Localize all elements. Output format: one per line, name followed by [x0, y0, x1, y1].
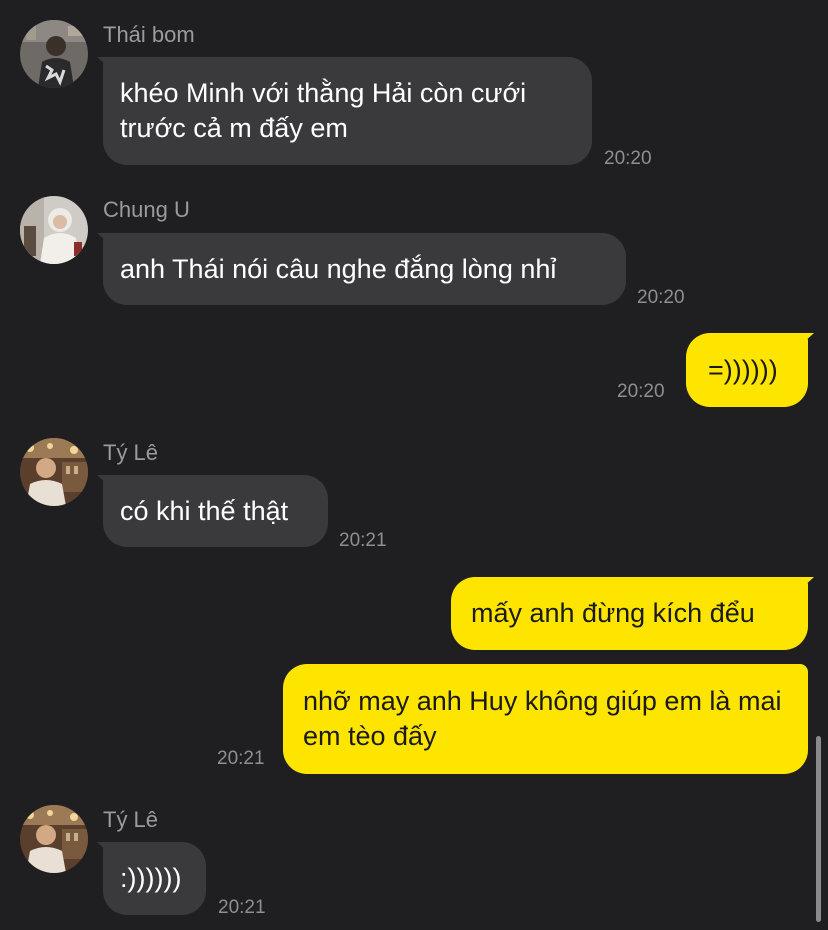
- message-bubble[interactable]: =)))))): [686, 333, 808, 407]
- message-text: nhỡ may anh Huy không giúp em là mai em …: [303, 686, 782, 751]
- message-text: =)))))): [708, 354, 778, 385]
- sender-name: Tý Lê: [103, 807, 159, 832]
- message-timestamp: 20:21: [217, 748, 265, 769]
- message-text: anh Thái nói câu nghe đắng lòng nhỉ: [120, 253, 557, 284]
- message-timestamp: 20:21: [218, 897, 266, 918]
- avatar-ty-le[interactable]: [20, 805, 88, 873]
- message-bubble[interactable]: :)))))): [103, 842, 206, 915]
- message-bubble[interactable]: có khi thế thật: [103, 475, 328, 547]
- avatar-thai-bom[interactable]: [20, 20, 88, 88]
- sender-name: Thái bom: [103, 22, 195, 47]
- sender-name: Chung U: [103, 197, 190, 222]
- message-bubble[interactable]: nhỡ may anh Huy không giúp em là mai em …: [283, 664, 808, 774]
- message-bubble[interactable]: anh Thái nói câu nghe đắng lòng nhỉ: [103, 233, 626, 305]
- avatar-chung-u[interactable]: [20, 196, 88, 264]
- message-text: khéo Minh với thằng Hải còn cưới trước c…: [120, 78, 527, 143]
- message-text: có khi thế thật: [120, 495, 289, 526]
- message-timestamp: 20:20: [617, 381, 665, 402]
- sender-name: Tý Lê: [103, 440, 159, 465]
- message-text: mấy anh đừng kích đểu: [471, 598, 755, 628]
- message-bubble[interactable]: khéo Minh với thằng Hải còn cưới trước c…: [103, 57, 592, 165]
- avatar-ty-le[interactable]: [20, 438, 88, 506]
- message-text: :)))))): [120, 863, 182, 893]
- message-timestamp: 20:21: [339, 530, 387, 551]
- message-timestamp: 20:20: [604, 148, 652, 169]
- scrollbar[interactable]: [816, 736, 821, 922]
- message-bubble[interactable]: mấy anh đừng kích đểu: [451, 577, 808, 650]
- message-timestamp: 20:20: [637, 287, 685, 308]
- chat-thread: Thái bom khéo Minh với thằng Hải còn cướ…: [0, 0, 828, 930]
